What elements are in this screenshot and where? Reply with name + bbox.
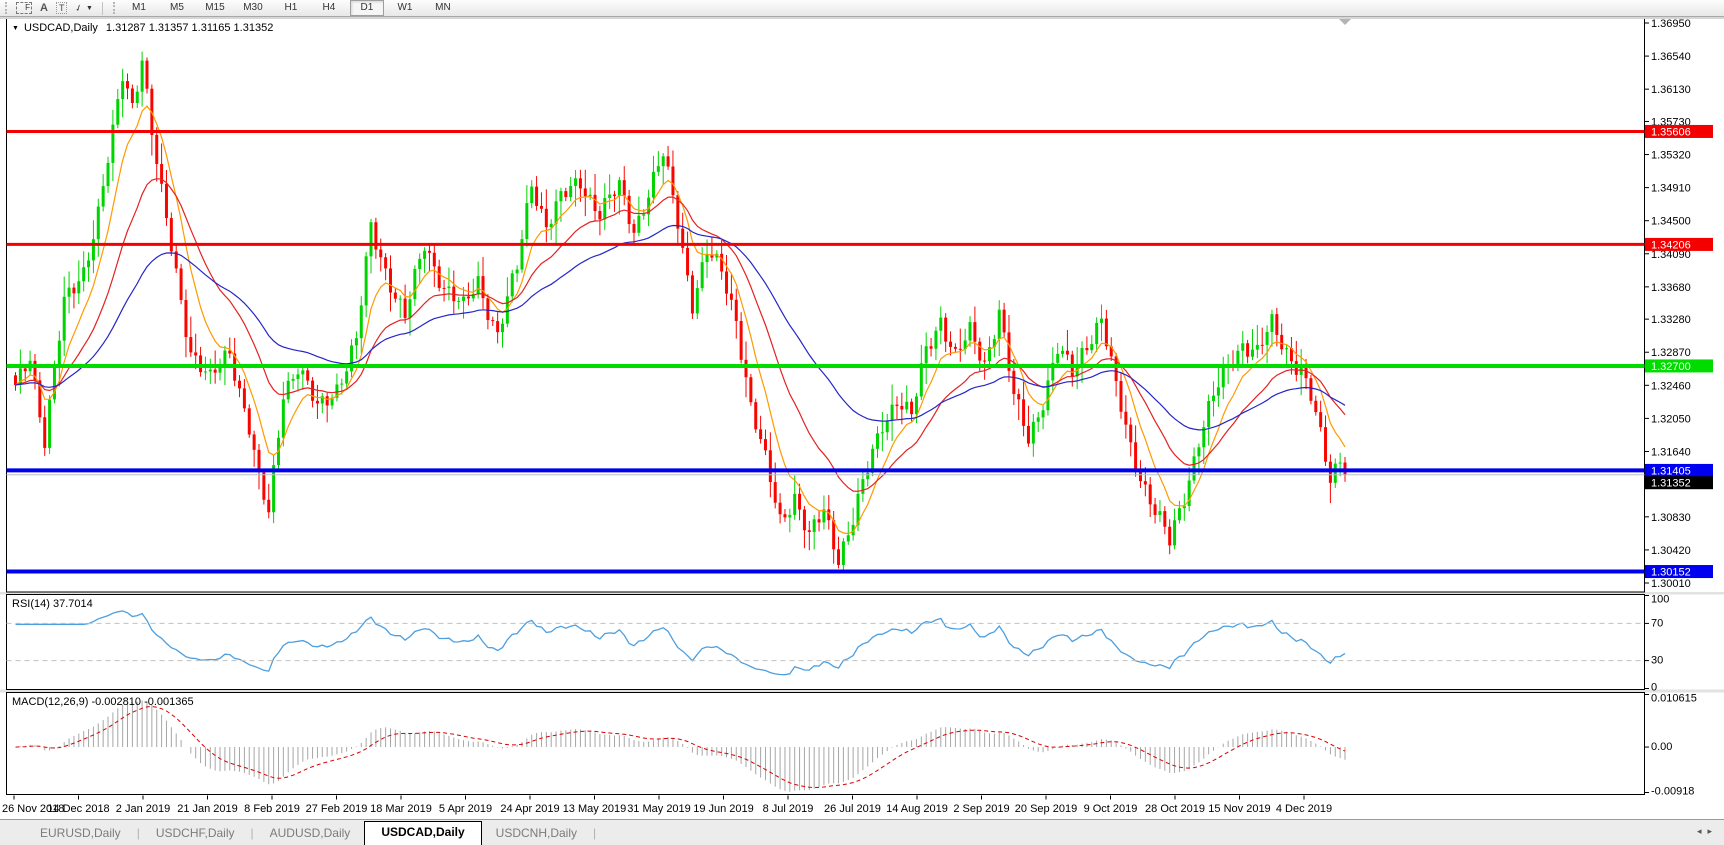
price-tick-label: 1.30830 xyxy=(1651,512,1691,524)
tab-scroll-right-icon: ▸ xyxy=(1707,826,1718,836)
text-tool-button[interactable]: A xyxy=(36,1,52,16)
price-line-label: 1.34206 xyxy=(1651,239,1691,251)
price-tick-label: 1.33280 xyxy=(1651,314,1691,326)
price-tick-label: 1.35320 xyxy=(1651,150,1691,162)
rsi-tick-label: 30 xyxy=(1651,655,1663,667)
tab-usdcnh[interactable]: USDCNH,Daily xyxy=(482,823,591,845)
tab-divider: | xyxy=(249,823,256,845)
tab-eurusd[interactable]: EURUSD,Daily xyxy=(26,823,135,845)
date-tick-label: 14 Aug 2019 xyxy=(886,803,948,815)
date-tick-label: 20 Sep 2019 xyxy=(1015,803,1077,815)
date-tick-label: 24 Apr 2019 xyxy=(500,803,559,815)
price-tick-label: 1.34500 xyxy=(1651,216,1691,228)
date-tick-label: 26 Jul 2019 xyxy=(824,803,881,815)
date-tick-label: 9 Oct 2019 xyxy=(1084,803,1138,815)
macd-tick-label: -0.00918 xyxy=(1651,786,1694,798)
chart-symbol-label: USDCAD,Daily xyxy=(24,22,98,34)
timeframe-button-m5[interactable]: M5 xyxy=(160,0,194,16)
date-tick-label: 18 Mar 2019 xyxy=(370,803,432,815)
arrows-icon: ✓ xyxy=(74,2,85,15)
timeframe-toolbar: M1M5M15M30H1H4D1W1MN xyxy=(120,0,462,16)
date-tick-label: 8 Jul 2019 xyxy=(763,803,814,815)
date-tick-label: 2 Jan 2019 xyxy=(116,803,170,815)
price-tick-label: 1.32050 xyxy=(1651,413,1691,425)
price-tick-label: 1.36130 xyxy=(1651,84,1691,96)
rsi-tick-label: 70 xyxy=(1651,617,1663,629)
tab-audusd[interactable]: AUDUSD,Daily xyxy=(256,823,365,845)
date-tick-label: 4 Dec 2019 xyxy=(1276,803,1332,815)
chart-ohlc-values: 1.31287 1.31357 1.31165 1.31352 xyxy=(106,22,273,34)
tab-usdchf[interactable]: USDCHF,Daily xyxy=(142,823,249,845)
timeframe-button-mn[interactable]: MN xyxy=(426,0,460,16)
price-line-label: 1.32700 xyxy=(1651,361,1691,373)
chart-canvas: 1.369501.365401.361301.357301.353201.349… xyxy=(0,0,1724,845)
timeframe-toolbar-grip[interactable] xyxy=(113,2,115,14)
price-tick-label: 1.30420 xyxy=(1651,545,1691,557)
date-tick-label: 27 Feb 2019 xyxy=(306,803,368,815)
arrows-tool-button[interactable]: ✓ ▼ xyxy=(71,1,96,16)
macd-tick-label: 0.00 xyxy=(1651,741,1672,753)
date-tick-label: 19 Jun 2019 xyxy=(693,803,754,815)
price-tick-label: 1.36950 xyxy=(1651,18,1691,30)
price-tick-label: 1.32870 xyxy=(1651,347,1691,359)
tab-divider: | xyxy=(135,823,142,845)
price-line-label: 1.31405 xyxy=(1651,465,1691,477)
rsi-indicator-label: RSI(14) 37.7014 xyxy=(12,598,93,610)
timeframe-button-m15[interactable]: M15 xyxy=(198,0,232,16)
tab-scroll-left-icon: ◂ xyxy=(1697,826,1708,836)
timeframe-button-d1[interactable]: D1 xyxy=(350,0,384,16)
date-tick-label: 2 Sep 2019 xyxy=(953,803,1009,815)
toolbar-separator xyxy=(102,2,103,15)
timeframe-button-m30[interactable]: M30 xyxy=(236,0,270,16)
price-tick-label: 1.33680 xyxy=(1651,282,1691,294)
macd-tick-label: 0.010615 xyxy=(1651,693,1697,705)
text-label-tool-button[interactable]: T xyxy=(52,1,72,16)
fibonacci-icon: F xyxy=(16,2,32,14)
price-line-label: 1.31352 xyxy=(1651,478,1691,490)
chart-title: ▼ USDCAD,Daily 1.31287 1.31357 1.31165 1.3… xyxy=(12,22,273,34)
price-tick-label: 1.31640 xyxy=(1651,446,1691,458)
date-tick-label: 31 May 2019 xyxy=(627,803,691,815)
date-tick-label: 15 Nov 2019 xyxy=(1208,803,1270,815)
date-tick-label: 21 Jan 2019 xyxy=(177,803,238,815)
tab-usdcad[interactable]: USDCAD,Daily xyxy=(364,821,481,845)
collapse-triangle-icon[interactable]: ▼ xyxy=(12,25,19,32)
fibonacci-tool-button[interactable]: F xyxy=(12,1,36,16)
dropdown-caret-icon: ▼ xyxy=(86,5,93,12)
symbol-tab-bar: EURUSD,Daily|USDCHF,Daily|AUDUSD,DailyUS… xyxy=(0,819,1724,845)
date-tick-label: 13 May 2019 xyxy=(563,803,627,815)
macd-indicator-label: MACD(12,26,9) -0.002810 -0.001365 xyxy=(12,696,194,708)
date-tick-label: 28 Oct 2019 xyxy=(1145,803,1205,815)
price-line-label: 1.30152 xyxy=(1651,567,1691,579)
price-tick-label: 1.32460 xyxy=(1651,380,1691,392)
toolbar: F A T ✓ ▼ M1M5M15M30H1H4D1W1MN xyxy=(0,0,1724,17)
text-label-icon: T xyxy=(56,2,68,14)
tab-scroll-buttons[interactable]: ◂▸ xyxy=(1697,826,1718,837)
tab-divider: | xyxy=(591,823,598,845)
date-tick-label: 5 Apr 2019 xyxy=(439,803,492,815)
date-tick-label: 8 Feb 2019 xyxy=(244,803,300,815)
rsi-tick-label: 100 xyxy=(1651,594,1669,606)
price-tick-label: 1.36540 xyxy=(1651,51,1691,63)
price-tick-label: 1.34910 xyxy=(1651,183,1691,195)
timeframe-button-h1[interactable]: H1 xyxy=(274,0,308,16)
timeframe-button-h4[interactable]: H4 xyxy=(312,0,346,16)
timeframe-button-w1[interactable]: W1 xyxy=(388,0,422,16)
toolbar-grip[interactable] xyxy=(5,2,7,14)
text-icon: A xyxy=(40,2,48,14)
price-tick-label: 1.30010 xyxy=(1651,578,1691,590)
price-line-label: 1.35606 xyxy=(1651,126,1691,138)
timeframe-button-m1[interactable]: M1 xyxy=(122,0,156,16)
date-tick-label: 14 Dec 2018 xyxy=(47,803,109,815)
